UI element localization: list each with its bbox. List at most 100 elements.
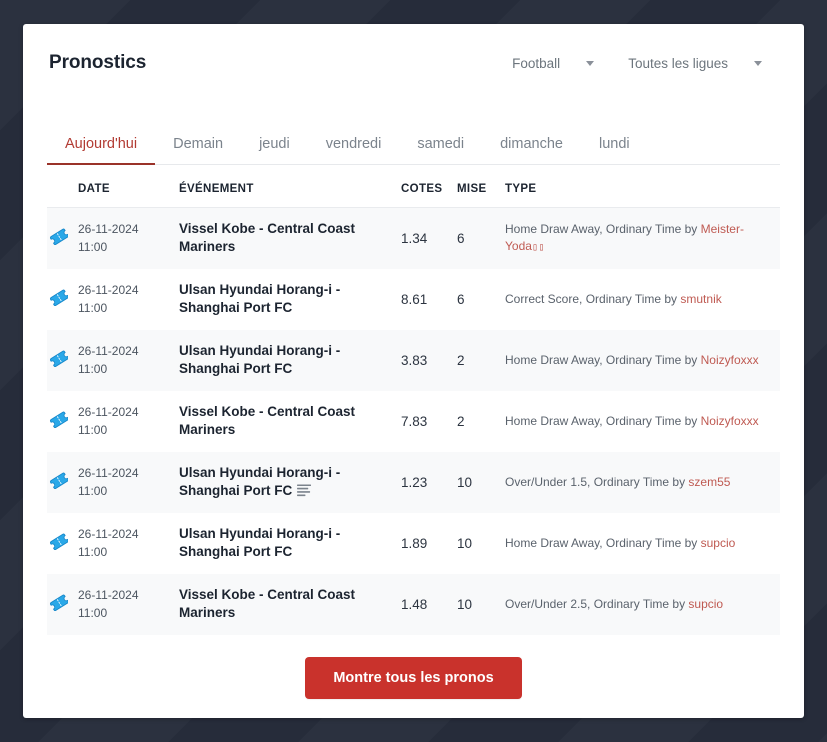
table-row[interactable]: 26-11-202411:00Ulsan Hyundai Horang-i - …	[47, 513, 780, 574]
row-event-cell[interactable]: Ulsan Hyundai Horang-i - Shanghai Port F…	[179, 330, 401, 391]
row-ticket-cell	[47, 452, 78, 513]
row-type-text: Correct Score, Ordinary Time by	[505, 292, 680, 306]
row-author-emoji-fallback: ▯▯	[532, 242, 545, 253]
row-date-cell: 26-11-202411:00	[78, 208, 179, 269]
tab-label: Demain	[173, 136, 223, 152]
row-event-cell[interactable]: Vissel Kobe - Central Coast Mariners	[179, 574, 401, 635]
row-type-text: Home Draw Away, Ordinary Time by	[505, 353, 701, 367]
row-event-cell[interactable]: Vissel Kobe - Central Coast Mariners	[179, 208, 401, 269]
notes-icon[interactable]	[292, 483, 312, 498]
row-type-text: Home Draw Away, Ordinary Time by	[505, 222, 701, 236]
chevron-down-icon	[754, 61, 762, 66]
row-time: 11:00	[78, 482, 179, 500]
tab-dimanche[interactable]: dimanche	[482, 126, 581, 164]
row-date-cell: 26-11-202411:00	[78, 269, 179, 330]
row-type-text: Home Draw Away, Ordinary Time by	[505, 536, 701, 550]
pronostics-table-container: DATE ÉVÉNEMENT COTES MISE TYPE 26-11-202…	[23, 177, 804, 635]
table-header: DATE ÉVÉNEMENT COTES MISE TYPE	[47, 177, 780, 208]
row-type-cell: Home Draw Away, Ordinary Time by Meister…	[505, 208, 780, 269]
row-event-cell[interactable]: Ulsan Hyundai Horang-i - Shanghai Port F…	[179, 513, 401, 574]
row-mise: 6	[457, 269, 505, 330]
row-type-cell: Correct Score, Ordinary Time by smutnik	[505, 269, 780, 330]
row-cotes: 1.89	[401, 513, 457, 574]
tab-demain[interactable]: Demain	[155, 126, 241, 164]
show-all-pronos-button[interactable]: Montre tous les pronos	[305, 657, 521, 699]
row-date: 26-11-2024	[78, 586, 179, 604]
column-header-icon	[47, 177, 78, 208]
row-date-cell: 26-11-202411:00	[78, 513, 179, 574]
tab-lundi[interactable]: lundi	[581, 126, 648, 164]
row-mise: 10	[457, 513, 505, 574]
table-row[interactable]: 26-11-202411:00Vissel Kobe - Central Coa…	[47, 574, 780, 635]
row-type-text: Over/Under 1.5, Ordinary Time by	[505, 475, 688, 489]
row-event-name: Ulsan Hyundai Horang-i - Shanghai Port F…	[179, 465, 340, 498]
row-event-name: Vissel Kobe - Central Coast Mariners	[179, 221, 355, 254]
row-ticket-cell	[47, 574, 78, 635]
ticket-icon	[49, 293, 68, 310]
row-author-link[interactable]: szem55	[688, 475, 730, 489]
row-ticket-cell	[47, 330, 78, 391]
row-author-link[interactable]: Noizyfoxxx	[701, 414, 759, 428]
row-ticket-cell	[47, 513, 78, 574]
pronostics-table: DATE ÉVÉNEMENT COTES MISE TYPE 26-11-202…	[47, 177, 780, 635]
row-type-cell: Home Draw Away, Ordinary Time by Noizyfo…	[505, 391, 780, 452]
row-date-cell: 26-11-202411:00	[78, 391, 179, 452]
row-cotes: 1.48	[401, 574, 457, 635]
ticket-icon	[49, 415, 68, 432]
table-row[interactable]: 26-11-202411:00Ulsan Hyundai Horang-i - …	[47, 330, 780, 391]
row-event-cell[interactable]: Ulsan Hyundai Horang-i - Shanghai Port F…	[179, 269, 401, 330]
row-type-cell: Home Draw Away, Ordinary Time by supcio	[505, 513, 780, 574]
row-date-cell: 26-11-202411:00	[78, 574, 179, 635]
footer: Montre tous les pronos	[23, 657, 804, 699]
ticket-icon	[49, 598, 68, 615]
tab-label: dimanche	[500, 136, 563, 152]
row-author-link[interactable]: Noizyfoxxx	[701, 353, 759, 367]
row-event-cell[interactable]: Ulsan Hyundai Horang-i - Shanghai Port F…	[179, 452, 401, 513]
row-mise: 10	[457, 574, 505, 635]
ticket-icon	[49, 232, 68, 249]
row-date: 26-11-2024	[78, 220, 179, 238]
tab-label: jeudi	[259, 136, 290, 152]
row-date: 26-11-2024	[78, 525, 179, 543]
row-date: 26-11-2024	[78, 464, 179, 482]
row-type-cell: Over/Under 2.5, Ordinary Time by supcio	[505, 574, 780, 635]
row-author-link[interactable]: smutnik	[680, 292, 721, 306]
tab-jeudi[interactable]: jeudi	[241, 126, 308, 164]
table-row[interactable]: 26-11-202411:00Ulsan Hyundai Horang-i - …	[47, 452, 780, 513]
tab-samedi[interactable]: samedi	[399, 126, 482, 164]
row-ticket-cell	[47, 391, 78, 452]
table-row[interactable]: 26-11-202411:00Vissel Kobe - Central Coa…	[47, 208, 780, 269]
row-time: 11:00	[78, 604, 179, 622]
row-cotes: 3.83	[401, 330, 457, 391]
row-ticket-cell	[47, 269, 78, 330]
row-author-link[interactable]: supcio	[701, 536, 736, 550]
sport-filter-dropdown[interactable]: Football	[512, 56, 594, 71]
row-event-cell[interactable]: Vissel Kobe - Central Coast Mariners	[179, 391, 401, 452]
pronostics-card: Pronostics Football Toutes les ligues Au…	[23, 24, 804, 718]
row-mise: 2	[457, 330, 505, 391]
tab-aujourd-hui[interactable]: Aujourd'hui	[47, 126, 155, 164]
table-body: 26-11-202411:00Vissel Kobe - Central Coa…	[47, 208, 780, 635]
row-cotes: 1.23	[401, 452, 457, 513]
chevron-down-icon	[586, 61, 594, 66]
row-type-cell: Home Draw Away, Ordinary Time by Noizyfo…	[505, 330, 780, 391]
ticket-icon	[49, 537, 68, 554]
tab-vendredi[interactable]: vendredi	[308, 126, 400, 164]
row-author-link[interactable]: supcio	[688, 597, 723, 611]
day-tabs-container: Aujourd'hui Demain jeudi vendredi samedi dima…	[23, 126, 804, 165]
row-time: 11:00	[78, 299, 179, 317]
table-row[interactable]: 26-11-202411:00Ulsan Hyundai Horang-i - …	[47, 269, 780, 330]
row-type-cell: Over/Under 1.5, Ordinary Time by szem55	[505, 452, 780, 513]
row-ticket-cell	[47, 208, 78, 269]
card-header: Pronostics Football Toutes les ligues	[23, 24, 804, 102]
row-date: 26-11-2024	[78, 281, 179, 299]
row-event-name: Ulsan Hyundai Horang-i - Shanghai Port F…	[179, 282, 340, 315]
table-row[interactable]: 26-11-202411:00Vissel Kobe - Central Coa…	[47, 391, 780, 452]
column-header-cotes: COTES	[401, 177, 457, 208]
header-filters: Football Toutes les ligues	[512, 56, 778, 71]
row-event-name: Ulsan Hyundai Horang-i - Shanghai Port F…	[179, 343, 340, 376]
table-header-row: DATE ÉVÉNEMENT COTES MISE TYPE	[47, 177, 780, 208]
row-date: 26-11-2024	[78, 403, 179, 421]
league-filter-dropdown[interactable]: Toutes les ligues	[628, 56, 762, 71]
tab-label: samedi	[417, 136, 464, 152]
